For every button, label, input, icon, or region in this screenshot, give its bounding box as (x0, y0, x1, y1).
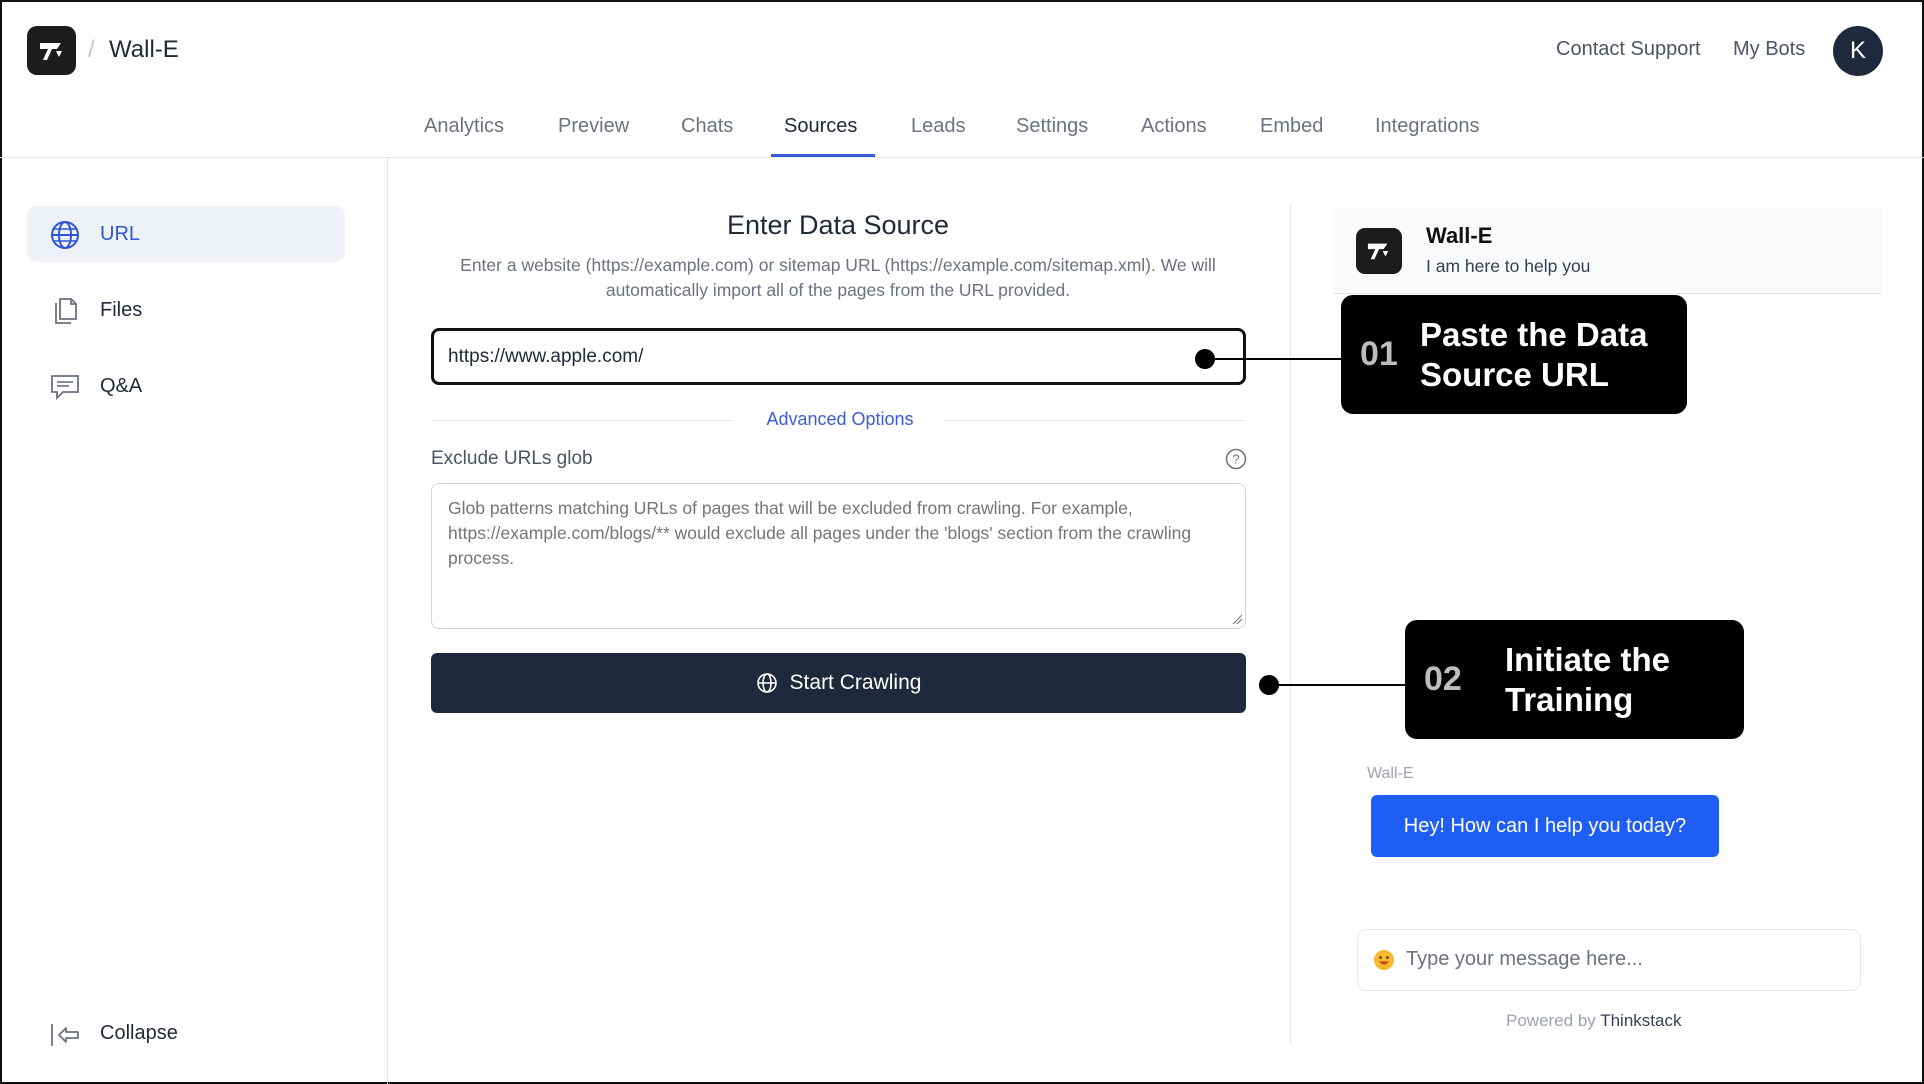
active-tab-indicator (771, 154, 875, 157)
chat-bot-logo (1356, 228, 1402, 274)
tab-sources[interactable]: Sources (784, 108, 857, 158)
powered-prefix: Powered by (1506, 1011, 1596, 1030)
chat-message-input[interactable]: Type your message here... (1357, 929, 1861, 991)
message-sender: Wall-E (1367, 765, 1414, 782)
app-logo[interactable] (27, 26, 76, 75)
page-title: Enter Data Source (726, 210, 950, 240)
sidebar-item-label: Files (100, 298, 143, 321)
advanced-options-link[interactable]: Advanced Options (700, 409, 980, 430)
my-bots-link[interactable]: My Bots (1733, 38, 1805, 61)
sources-sidebar: URL Files Q&A (0, 158, 388, 1084)
contact-support-link[interactable]: Contact Support (1556, 38, 1701, 61)
tab-embed[interactable]: Embed (1260, 108, 1323, 158)
qa-chat-icon (51, 375, 79, 401)
callout-text-line2: Training (1505, 681, 1634, 718)
user-avatar[interactable]: K (1833, 26, 1883, 76)
files-icon (55, 298, 77, 324)
chat-input-placeholder: Type your message here... (1406, 948, 1643, 970)
exclude-urls-textarea[interactable] (431, 483, 1246, 629)
tab-chats[interactable]: Chats (681, 108, 733, 158)
nav-tabs: Analytics Preview Chats Sources Leads Se… (0, 108, 1924, 158)
logo-icon (39, 42, 62, 60)
collapse-label: Collapse (100, 1022, 178, 1044)
emoji-icon[interactable] (1373, 949, 1395, 971)
page-description: Enter a website (https://example.com) or… (460, 255, 1216, 300)
globe-icon (51, 221, 79, 249)
divider (431, 420, 733, 421)
tab-settings[interactable]: Settings (1016, 108, 1088, 158)
tab-actions[interactable]: Actions (1141, 108, 1207, 158)
breadcrumb-separator: / (88, 36, 95, 63)
sidebar-item-label: URL (100, 222, 141, 245)
globe-icon (756, 673, 777, 693)
sidebar-item-label: Q&A (100, 374, 143, 397)
callout-1-connector (1205, 358, 1342, 360)
tab-analytics[interactable]: Analytics (424, 108, 504, 158)
tab-preview[interactable]: Preview (558, 108, 629, 158)
powered-brand-link[interactable]: Thinkstack (1600, 1011, 1681, 1030)
collapse-arrow-icon (51, 1024, 79, 1046)
callout-2-connector (1269, 684, 1406, 686)
callout-text-line1: Initiate the (1505, 641, 1671, 678)
callout-number: 01 (1360, 335, 1398, 373)
sidebar-item-files[interactable]: Files (27, 282, 345, 338)
start-crawling-label: Start Crawling (789, 671, 922, 694)
help-icon[interactable]: ? (1225, 448, 1247, 470)
start-crawling-button[interactable]: Start Crawling (431, 653, 1246, 713)
chat-widget-header: Wall-E I am here to help you (1333, 208, 1882, 294)
chat-bot-subtitle: I am here to help you (1426, 256, 1591, 276)
sidebar-item-qa[interactable]: Q&A (27, 358, 345, 414)
tab-integrations[interactable]: Integrations (1375, 108, 1480, 158)
callout-text-line1: Paste the Data (1420, 316, 1648, 353)
panel-divider (1290, 205, 1291, 1045)
callout-text-line2: Source URL (1420, 356, 1609, 393)
logo-icon (1367, 243, 1389, 260)
callout-initiate-training: 02 Initiate the Training (1405, 620, 1744, 739)
tab-leads[interactable]: Leads (911, 108, 966, 158)
chat-bot-name: Wall-E (1426, 223, 1493, 248)
callout-paste-url: 01 Paste the Data Source URL (1341, 295, 1687, 414)
url-input[interactable] (431, 328, 1246, 385)
divider (943, 420, 1246, 421)
bot-message-bubble: Hey! How can I help you today? (1371, 795, 1719, 857)
bot-name-breadcrumb[interactable]: Wall-E (109, 36, 179, 64)
exclude-urls-label: Exclude URLs glob (431, 448, 593, 469)
top-header: / Wall-E Contact Support My Bots K Analy… (0, 0, 1924, 158)
powered-by: Powered by Thinkstack (1506, 1011, 1681, 1031)
svg-text:?: ? (1232, 452, 1239, 467)
sidebar-item-url[interactable]: URL (27, 206, 345, 262)
callout-number: 02 (1424, 660, 1462, 698)
resize-handle-icon[interactable] (1231, 613, 1243, 625)
